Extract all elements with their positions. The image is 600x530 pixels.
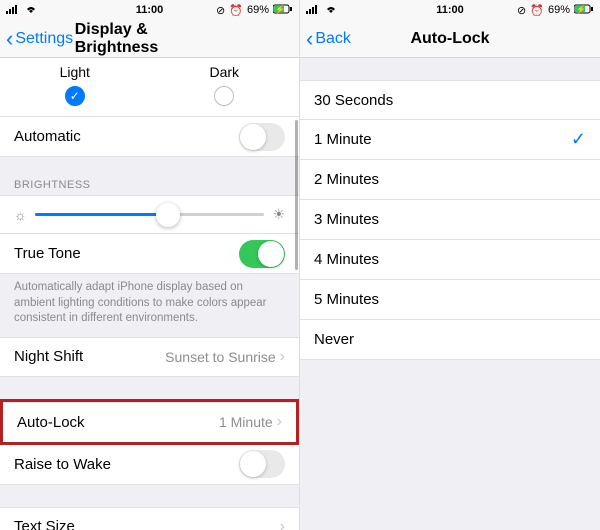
back-button[interactable]: ‹ Settings bbox=[6, 28, 73, 50]
auto-lock-option[interactable]: 1 Minute ✓ bbox=[300, 120, 600, 160]
appearance-dark[interactable]: Dark bbox=[150, 64, 300, 106]
night-shift-label: Night Shift bbox=[14, 348, 83, 365]
svg-text:⚡: ⚡ bbox=[275, 4, 285, 14]
sun-high-icon: ☀ bbox=[272, 206, 285, 223]
nav-bar: ‹ Settings Display & Brightness bbox=[0, 20, 299, 58]
display-brightness-screen: 11:00 ⊘ ⏰ 69% ⚡ ‹ Settings Display & Bri… bbox=[0, 0, 300, 530]
radio-checked-icon: ✓ bbox=[65, 86, 85, 106]
checkmark-icon: ✓ bbox=[571, 129, 586, 150]
appearance-light[interactable]: Light ✓ bbox=[0, 64, 150, 106]
auto-lock-label: Auto-Lock bbox=[17, 414, 85, 431]
nav-bar: ‹ Back Auto-Lock bbox=[300, 20, 600, 58]
chevron-left-icon: ‹ bbox=[306, 28, 313, 50]
svg-text:⚡: ⚡ bbox=[576, 4, 586, 14]
appearance-selector: Light ✓ Dark bbox=[0, 58, 299, 117]
status-bar: 11:00 ⊘ ⏰ 69% ⚡ bbox=[300, 0, 600, 20]
battery-icon: ⚡ bbox=[574, 4, 594, 17]
auto-lock-value: 1 Minute bbox=[219, 414, 273, 430]
text-size-row[interactable]: Text Size › bbox=[0, 507, 299, 530]
wifi-icon bbox=[24, 4, 38, 17]
page-title: Display & Brightness bbox=[75, 21, 225, 57]
alarm-icon: ⏰ bbox=[530, 4, 544, 17]
option-label: 30 Seconds bbox=[314, 92, 393, 109]
raise-to-wake-toggle[interactable] bbox=[239, 450, 285, 478]
night-shift-value: Sunset to Sunrise bbox=[165, 349, 276, 365]
scrollbar[interactable] bbox=[295, 120, 298, 270]
page-title: Auto-Lock bbox=[410, 30, 489, 48]
auto-lock-options: 30 Seconds 1 Minute ✓ 2 Minutes 3 Minutes 4 M… bbox=[300, 80, 600, 360]
radio-unchecked-icon bbox=[214, 86, 234, 106]
wifi-icon bbox=[324, 4, 338, 17]
option-label: 4 Minutes bbox=[314, 251, 379, 268]
automatic-toggle[interactable] bbox=[239, 123, 285, 151]
auto-lock-screen: 11:00 ⊘ ⏰ 69% ⚡ ‹ Back Auto-Lock 30 Seco… bbox=[300, 0, 600, 530]
orientation-lock-icon: ⊘ bbox=[517, 4, 526, 17]
true-tone-note: Automatically adapt iPhone display based… bbox=[0, 274, 299, 337]
true-tone-row: True Tone bbox=[0, 234, 299, 274]
status-time: 11:00 bbox=[436, 4, 464, 16]
auto-lock-option[interactable]: 5 Minutes bbox=[300, 280, 600, 320]
auto-lock-option[interactable]: 2 Minutes bbox=[300, 160, 600, 200]
option-label: 5 Minutes bbox=[314, 291, 379, 308]
raise-to-wake-label: Raise to Wake bbox=[14, 456, 111, 473]
back-label: Back bbox=[315, 30, 351, 48]
status-time: 11:00 bbox=[136, 4, 164, 16]
automatic-row: Automatic bbox=[0, 117, 299, 157]
chevron-left-icon: ‹ bbox=[6, 28, 13, 50]
content-scroll[interactable]: 30 Seconds 1 Minute ✓ 2 Minutes 3 Minutes 4 M… bbox=[300, 58, 600, 530]
back-label: Settings bbox=[15, 30, 73, 48]
true-tone-toggle[interactable] bbox=[239, 240, 285, 268]
automatic-label: Automatic bbox=[14, 128, 81, 145]
auto-lock-highlight: Auto-Lock 1 Minute › bbox=[0, 399, 299, 445]
night-shift-row[interactable]: Night Shift Sunset to Sunrise › bbox=[0, 337, 299, 377]
battery-percent: 69% bbox=[247, 4, 269, 16]
auto-lock-option[interactable]: 4 Minutes bbox=[300, 240, 600, 280]
option-label: 1 Minute bbox=[314, 131, 372, 148]
appearance-dark-label: Dark bbox=[209, 64, 239, 80]
brightness-header: BRIGHTNESS bbox=[0, 179, 299, 195]
chevron-right-icon: › bbox=[277, 413, 282, 431]
signal-icon bbox=[6, 4, 20, 17]
brightness-slider[interactable] bbox=[35, 213, 265, 216]
alarm-icon: ⏰ bbox=[229, 4, 243, 17]
signal-icon bbox=[306, 4, 320, 17]
battery-icon: ⚡ bbox=[273, 4, 293, 17]
appearance-light-label: Light bbox=[60, 64, 90, 80]
option-label: 3 Minutes bbox=[314, 211, 379, 228]
option-label: 2 Minutes bbox=[314, 171, 379, 188]
auto-lock-option[interactable]: 30 Seconds bbox=[300, 80, 600, 120]
orientation-lock-icon: ⊘ bbox=[216, 4, 225, 17]
chevron-right-icon: › bbox=[280, 348, 285, 366]
raise-to-wake-row: Raise to Wake bbox=[0, 445, 299, 485]
sun-low-icon: ☼ bbox=[14, 207, 27, 223]
chevron-right-icon: › bbox=[280, 518, 285, 530]
status-bar: 11:00 ⊘ ⏰ 69% ⚡ bbox=[0, 0, 299, 20]
text-size-label: Text Size bbox=[14, 518, 75, 530]
battery-percent: 69% bbox=[548, 4, 570, 16]
auto-lock-option[interactable]: Never bbox=[300, 320, 600, 360]
true-tone-label: True Tone bbox=[14, 245, 81, 262]
auto-lock-row[interactable]: Auto-Lock 1 Minute › bbox=[3, 402, 296, 442]
option-label: Never bbox=[314, 331, 354, 348]
brightness-slider-row: ☼ ☀ bbox=[0, 195, 299, 234]
back-button[interactable]: ‹ Back bbox=[306, 28, 351, 50]
content-scroll[interactable]: Light ✓ Dark Automatic BRIGHTNESS ☼ ☀ Tr… bbox=[0, 58, 299, 530]
auto-lock-option[interactable]: 3 Minutes bbox=[300, 200, 600, 240]
